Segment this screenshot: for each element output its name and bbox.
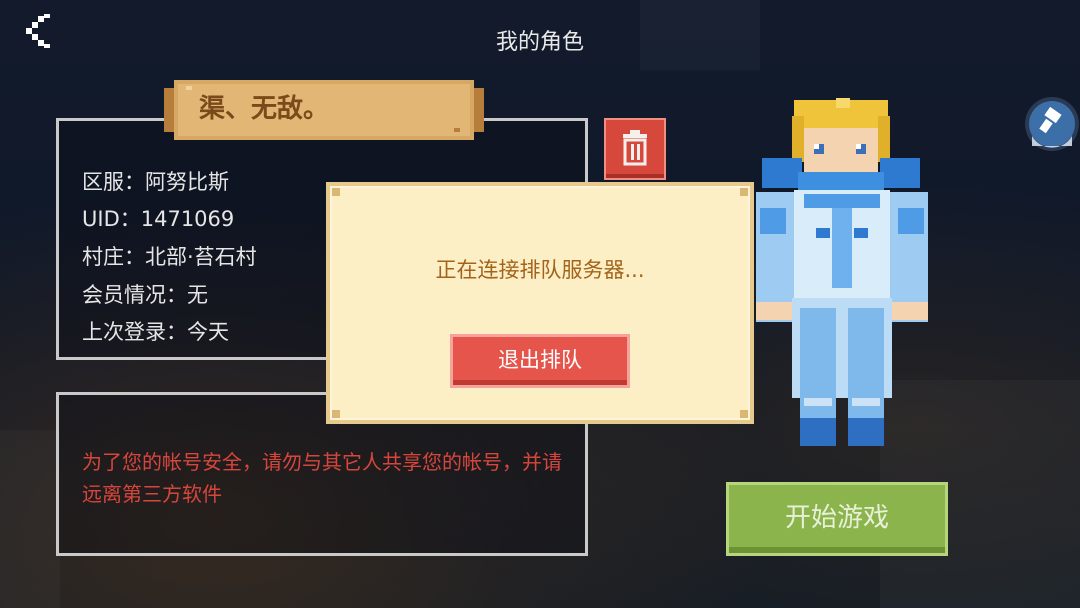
info-value: 无 — [187, 283, 208, 307]
dialog-corner — [332, 410, 340, 418]
info-last-login: 上次登录：今天 — [82, 316, 229, 346]
info-label: 区服： — [82, 170, 145, 194]
info-value: 阿努比斯 — [145, 170, 229, 194]
security-warning-text: 为了您的帐号安全，请勿与其它人共享您的帐号，并请远离第三方软件 — [82, 450, 562, 506]
background-block — [640, 0, 760, 70]
start-game-button[interactable]: 开始游戏 — [726, 482, 948, 556]
info-label: 上次登录： — [82, 320, 187, 344]
info-value: 今天 — [187, 320, 229, 344]
info-value: 1471069 — [140, 207, 235, 231]
dialog-corner — [740, 410, 748, 418]
chevron-left-icon — [26, 14, 50, 48]
info-label: 会员情况： — [82, 283, 187, 307]
page-title: 我的角色 — [495, 30, 584, 55]
info-server: 区服：阿努比斯 — [82, 166, 229, 196]
dialog-corner — [332, 188, 340, 196]
exit-queue-button[interactable]: 退出排队 — [450, 334, 630, 388]
brush-icon — [1025, 97, 1079, 151]
info-value: 北部·苔石村 — [145, 245, 257, 269]
dialog-corner — [740, 188, 748, 196]
info-village: 村庄：北部·苔石村 — [82, 241, 257, 271]
customize-button[interactable] — [1024, 96, 1080, 152]
info-label: UID： — [82, 207, 141, 231]
character-avatar — [752, 98, 948, 448]
character-name: 渠、无敌。 — [198, 94, 329, 124]
queue-status-message: 正在连接排队服务器... — [435, 258, 645, 282]
info-label: 村庄： — [82, 245, 145, 269]
back-button[interactable] — [18, 10, 62, 54]
delete-character-button[interactable] — [604, 118, 666, 180]
trash-icon — [623, 130, 647, 166]
background-block — [0, 430, 60, 608]
info-uid: UID：1471069 — [82, 203, 234, 233]
info-membership: 会员情况：无 — [82, 279, 208, 309]
